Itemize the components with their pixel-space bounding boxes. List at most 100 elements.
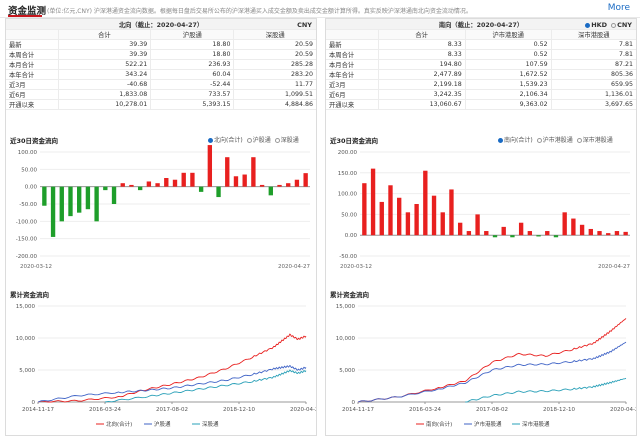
table-cell: 开通以来 bbox=[6, 99, 59, 110]
northbound-panel: 北向（截止：2020-04-27） 合计 沪股通 深股通 最新 39.39 18.80 20.… bbox=[5, 18, 317, 436]
y-tick-label: 10,000 bbox=[16, 336, 36, 342]
y-tick-label: 0 bbox=[352, 400, 356, 406]
table-cell: 87.21 bbox=[551, 59, 636, 70]
radio-icon bbox=[576, 138, 582, 143]
flow-bar bbox=[268, 186, 273, 196]
currency-option-hkd[interactable]: HKD bbox=[585, 21, 607, 29]
table-cell: 7.81 bbox=[551, 49, 636, 60]
table-cell: 最新 bbox=[326, 39, 379, 50]
y-tick-label: -150.00 bbox=[16, 237, 38, 243]
flow-option[interactable]: 深市港股通 bbox=[576, 137, 613, 144]
flow-bar bbox=[225, 157, 230, 187]
flow-option[interactable]: 沪市港股通 bbox=[536, 137, 573, 144]
radio-icon bbox=[246, 138, 252, 143]
legend-label: 北向(合计) bbox=[106, 420, 132, 428]
column-header bbox=[326, 29, 379, 40]
flow-bar bbox=[129, 184, 134, 187]
flow-bar bbox=[553, 235, 559, 238]
flow-bar bbox=[42, 186, 47, 206]
table-row: 最新 39.39 18.80 20.59 bbox=[6, 39, 316, 50]
flow-bar bbox=[294, 179, 300, 187]
flow-bar bbox=[414, 204, 419, 236]
flow-option[interactable]: 北向(合计) bbox=[208, 137, 243, 144]
radio-icon bbox=[208, 138, 213, 143]
table-row: 本月合计 194.80 107.59 87.21 bbox=[326, 59, 636, 70]
radio-icon bbox=[498, 138, 503, 143]
y-tick-label: 150.00 bbox=[338, 171, 358, 177]
column-header bbox=[6, 29, 59, 40]
flow-bar bbox=[562, 212, 567, 236]
flow-bar bbox=[286, 183, 291, 187]
legend-label: 深股通 bbox=[202, 420, 219, 428]
flow-bar bbox=[242, 174, 247, 187]
flow-bar bbox=[545, 231, 550, 236]
flow-options: 北向(合计) 沪股通 深股通 bbox=[204, 135, 299, 144]
table-cell: 1,672.52 bbox=[465, 69, 552, 80]
legend-label: 沪市港股通 bbox=[474, 420, 502, 428]
y-tick-label: 5,000 bbox=[19, 368, 35, 374]
table-row: 近6月 1,833.08 733.57 1,099.51 bbox=[6, 89, 316, 100]
flow-bar bbox=[103, 186, 108, 191]
table-cell: 236.93 bbox=[150, 59, 235, 70]
flow-bar bbox=[484, 231, 489, 236]
table-title-row: 北向（截止：2020-04-27） bbox=[6, 19, 316, 30]
table-row: 近6月 3,242.35 2,106.34 1,136.01 bbox=[326, 89, 636, 100]
y-tick-label: 0.00 bbox=[25, 185, 38, 191]
flow-option[interactable]: 南向(合计) bbox=[498, 137, 533, 144]
flow-bar bbox=[510, 235, 515, 238]
flow-option[interactable]: 沪股通 bbox=[246, 137, 271, 144]
southbound-panel: 南向（截止：2020-04-27） 合计 沪市港股通 深市港股通 最新 8.33 0.52 7… bbox=[325, 18, 637, 436]
y-tick-label: 200.00 bbox=[338, 150, 358, 156]
table-cell: 659.95 bbox=[551, 79, 636, 90]
northbound-table: 北向（截止：2020-04-27） 合计 沪股通 深股通 最新 39.39 18.80 20.… bbox=[6, 19, 316, 110]
currency-toggle[interactable]: HKD CNY bbox=[581, 21, 632, 29]
x-start-label: 2020-03-12 bbox=[340, 264, 372, 270]
radio-icon bbox=[274, 138, 280, 143]
table-cell: 20.59 bbox=[233, 49, 316, 60]
flow-bar bbox=[155, 183, 160, 187]
y-tick-label: 0.00 bbox=[345, 233, 358, 239]
flow-bar bbox=[440, 212, 445, 236]
flow-bar bbox=[85, 186, 91, 210]
table-cell: 2,477.89 bbox=[378, 69, 466, 80]
currency-option-cny[interactable]: CNY bbox=[611, 21, 632, 29]
x-tick-label: 2014-11-17 bbox=[22, 407, 54, 413]
column-header: 深市港股通 bbox=[551, 29, 636, 40]
more-link[interactable]: More bbox=[608, 3, 630, 13]
radio-icon bbox=[536, 138, 542, 143]
table-row: 本月合计 522.21 236.93 285.28 bbox=[6, 59, 316, 70]
flow-bar bbox=[606, 233, 611, 236]
legend-label: 沪股通 bbox=[154, 420, 171, 428]
table-cell: 13,060.67 bbox=[378, 99, 466, 110]
y-tick-label: 15,000 bbox=[336, 304, 356, 310]
table-cell: 本周合计 bbox=[6, 49, 59, 60]
table-cell: 1,833.08 bbox=[58, 89, 152, 100]
table-cell: 7.81 bbox=[551, 39, 636, 50]
series-line bbox=[465, 377, 627, 403]
table-cell: 285.28 bbox=[233, 59, 316, 70]
legend-label: 深市港股通 bbox=[522, 420, 550, 428]
flow-bar bbox=[597, 231, 602, 236]
table-cell: 3,697.65 bbox=[551, 99, 636, 110]
flow-options: 南向(合计) 沪市港股通 深市港股通 bbox=[494, 135, 613, 144]
series-line bbox=[37, 333, 307, 403]
table-cell: 805.36 bbox=[551, 69, 636, 80]
flow-bar bbox=[172, 179, 178, 187]
table-row: 本周合计 8.33 0.52 7.81 bbox=[326, 49, 636, 60]
series-line bbox=[357, 341, 627, 403]
table-cell: 本月合计 bbox=[326, 59, 379, 70]
flow-bar bbox=[405, 212, 411, 236]
table-cell: 18.80 bbox=[150, 39, 235, 50]
table-cell: 39.39 bbox=[58, 39, 152, 50]
table-cell: 20.59 bbox=[233, 39, 316, 50]
flow-bar bbox=[111, 186, 117, 204]
flow-bar bbox=[449, 189, 454, 236]
x-tick-label: 2020-04-22 bbox=[610, 407, 636, 413]
y-tick-label: 10,000 bbox=[336, 336, 356, 342]
flow-bar bbox=[207, 145, 213, 187]
flow-bar bbox=[518, 222, 524, 236]
y-tick-label: 5,000 bbox=[339, 368, 355, 374]
flow-option[interactable]: 深股通 bbox=[274, 137, 299, 144]
southbound-flow-chart: 200.00 150.00 100.00 50.00 0.00 -50.00 2020-03… bbox=[338, 150, 631, 270]
column-header: 合计 bbox=[58, 29, 152, 40]
